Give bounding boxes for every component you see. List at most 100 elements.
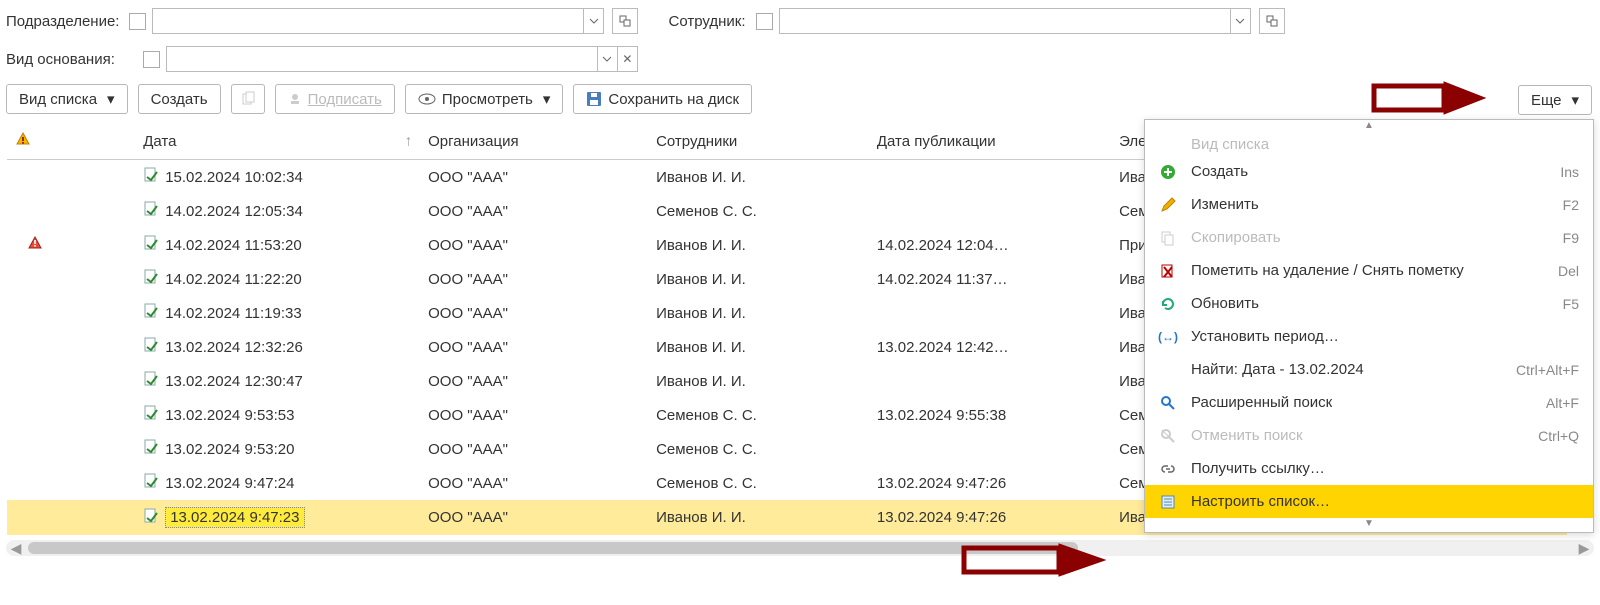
department-dropdown-btn[interactable]	[583, 9, 603, 33]
cell-warn	[7, 194, 64, 228]
cell-flag	[64, 194, 135, 228]
cell-date: 14.02.2024 11:19:33	[135, 296, 420, 330]
menu-item-period[interactable]: (↔) Установить период…	[1145, 320, 1593, 353]
department-input[interactable]	[153, 9, 583, 33]
view-button[interactable]: Просмотреть ▾	[405, 84, 564, 114]
department-checkbox[interactable]	[129, 13, 146, 30]
cell-flag	[64, 330, 135, 364]
col-warn[interactable]	[7, 123, 64, 160]
menu-shortcut: F2	[1563, 197, 1579, 213]
cell-pub: 13.02.2024 9:47:26	[869, 500, 1111, 535]
sign-button[interactable]: Подписать	[275, 84, 395, 114]
menu-item-link[interactable]: Получить ссылку…	[1145, 452, 1593, 485]
menu-label: Изменить	[1191, 196, 1549, 213]
menu-label: Пометить на удаление / Снять пометку	[1191, 262, 1544, 279]
delete-icon	[1159, 263, 1177, 279]
employee-label: Сотрудник:	[668, 13, 745, 30]
menu-item-cancel-search[interactable]: Отменить поискCtrl+Q	[1145, 419, 1593, 452]
cell-date: 14.02.2024 11:53:20	[135, 228, 420, 262]
more-menu: ▲ Вид списка СоздатьIns Изменить F2 Скопиро…	[1144, 119, 1594, 533]
toolbar: Вид списка ▾ Создать Подписать Просмотре…	[0, 80, 1600, 122]
cell-org: ООО "ААА"	[420, 398, 648, 432]
cancel-search-icon	[1159, 428, 1177, 444]
cell-emp: Иванов И. И.	[648, 364, 869, 398]
menu-label: Настроить список…	[1191, 493, 1565, 510]
employee-combo[interactable]	[779, 8, 1251, 34]
document-icon	[143, 201, 159, 221]
cell-flag	[64, 466, 135, 500]
menu-label: Установить период…	[1191, 328, 1565, 345]
cell-emp: Семенов С. С.	[648, 466, 869, 500]
cell-pub: 14.02.2024 11:37…	[869, 262, 1111, 296]
menu-scroll-up[interactable]: ▲	[1145, 120, 1593, 134]
col-emp[interactable]: Сотрудники	[648, 123, 869, 160]
menu-item-viewlist[interactable]: Вид списка	[1145, 134, 1593, 155]
employee-input[interactable]	[780, 9, 1230, 33]
document-icon	[143, 303, 159, 323]
employee-dropdown-btn[interactable]	[1230, 9, 1250, 33]
cell-pub: 13.02.2024 12:42…	[869, 330, 1111, 364]
view-list-button[interactable]: Вид списка ▾	[6, 84, 128, 114]
sort-asc-icon: ↑	[405, 133, 413, 150]
menu-item-find[interactable]: Найти: Дата - 13.02.2024Ctrl+Alt+F	[1145, 353, 1593, 386]
basis-input[interactable]	[167, 47, 597, 71]
menu-label: Вид списка	[1191, 136, 1565, 153]
save-disk-button[interactable]: Сохранить на диск	[573, 84, 752, 114]
employee-checkbox[interactable]	[756, 13, 773, 30]
period-icon: (↔)	[1159, 330, 1177, 344]
cell-pub	[869, 160, 1111, 195]
horizontal-scrollbar[interactable]: ◀ ▶	[6, 540, 1594, 556]
menu-item-delete[interactable]: Пометить на удаление / Снять пометкуDel	[1145, 254, 1593, 287]
menu-item-plus[interactable]: СоздатьIns	[1145, 155, 1593, 188]
menu-item-refresh[interactable]: ОбновитьF5	[1145, 287, 1593, 320]
menu-shortcut: Ctrl+Q	[1538, 428, 1579, 444]
cell-org: ООО "ААА"	[420, 432, 648, 466]
scroll-right-icon[interactable]: ▶	[1576, 540, 1592, 556]
cell-warn	[7, 330, 64, 364]
create-button[interactable]: Создать	[138, 84, 221, 114]
view-list-label: Вид списка	[19, 91, 97, 108]
cell-date: 13.02.2024 9:53:53	[135, 398, 420, 432]
document-icon	[143, 371, 159, 391]
cell-warn	[7, 432, 64, 466]
cell-pub: 13.02.2024 9:47:26	[869, 466, 1111, 500]
menu-item-list[interactable]: Настроить список…	[1145, 485, 1593, 518]
department-combo[interactable]	[152, 8, 604, 34]
scroll-left-icon[interactable]: ◀	[8, 540, 24, 556]
basis-clear-btn[interactable]: ✕	[617, 47, 637, 71]
cell-org: ООО "ААА"	[420, 160, 648, 195]
cell-emp: Иванов И. И.	[648, 296, 869, 330]
filter-bar: Подразделение: Сотрудник: Вид основания:…	[0, 0, 1600, 80]
menu-item-copy[interactable]: СкопироватьF9	[1145, 221, 1593, 254]
col-org[interactable]: Организация	[420, 123, 648, 160]
cell-emp: Иванов И. И.	[648, 500, 869, 535]
copy-mini-button[interactable]	[231, 84, 265, 114]
menu-item-pencil[interactable]: Изменить F2	[1145, 188, 1593, 221]
sign-label: Подписать	[308, 91, 382, 108]
menu-label: Найти: Дата - 13.02.2024	[1191, 361, 1502, 378]
basis-dropdown-btn[interactable]	[597, 47, 617, 71]
menu-scroll-down[interactable]: ▼	[1145, 518, 1593, 532]
basis-combo[interactable]: ✕	[166, 46, 638, 72]
more-button[interactable]: Еще ▾	[1518, 85, 1592, 115]
col-flag[interactable]	[64, 123, 135, 160]
cell-warn	[7, 466, 64, 500]
cell-warn	[7, 160, 64, 195]
document-icon	[143, 235, 159, 255]
document-icon	[143, 167, 159, 187]
cell-flag	[64, 364, 135, 398]
cell-date: 13.02.2024 12:30:47	[135, 364, 420, 398]
cell-emp: Иванов И. И.	[648, 228, 869, 262]
cell-date: 14.02.2024 11:22:20	[135, 262, 420, 296]
cell-pub: 14.02.2024 12:04…	[869, 228, 1111, 262]
scroll-thumb[interactable]	[28, 542, 1078, 554]
col-date[interactable]: Дата↑	[135, 123, 420, 160]
department-open-btn[interactable]	[612, 8, 638, 34]
cell-emp: Семенов С. С.	[648, 398, 869, 432]
cell-org: ООО "ААА"	[420, 500, 648, 535]
basis-checkbox[interactable]	[143, 51, 160, 68]
document-icon	[143, 439, 159, 459]
employee-open-btn[interactable]	[1259, 8, 1285, 34]
col-pub[interactable]: Дата публикации	[869, 123, 1111, 160]
menu-item-search[interactable]: Расширенный поискAlt+F	[1145, 386, 1593, 419]
